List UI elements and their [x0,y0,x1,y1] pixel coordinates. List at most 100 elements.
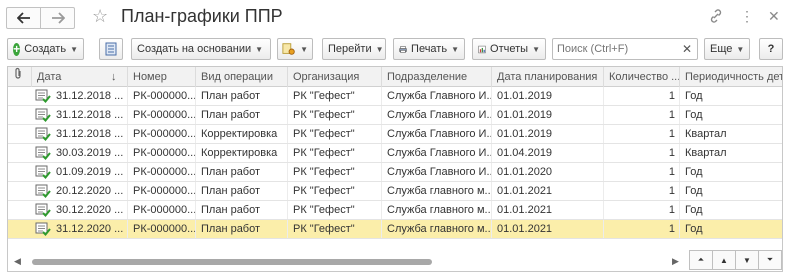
cell-number: РК-000000... [128,220,196,238]
hierarchy-icon [282,43,295,55]
print-button[interactable]: Печать ▼ [393,38,465,60]
more-button[interactable]: Еще ▼ [704,38,750,60]
horizontal-scrollbar[interactable]: ◀ ▶ [8,253,688,271]
column-header-organization[interactable]: Организация [288,67,382,87]
arrow-left-icon [16,12,30,24]
table-row[interactable]: 31.12.2018 ... РК-000000... План работ РК "… [8,87,782,106]
more-vertical-icon[interactable]: ⋮ [740,8,754,24]
table-row[interactable]: 30.12.2020 ... РК-000000... План работ РК "… [8,201,782,220]
cell-date: 30.12.2020 ... [32,201,128,219]
column-header-label: Вид операции [201,71,273,83]
cell-number: РК-000000... [128,182,196,200]
column-header-department[interactable]: Подразделение [382,67,492,87]
cell-department: Служба главного м... [382,220,492,238]
create-button[interactable]: + Создать ▼ [7,38,84,60]
cell-plan-date: 01.01.2021 [492,182,604,200]
chevron-down-icon: ▼ [70,44,78,54]
forward-button[interactable] [40,7,75,29]
cell-quantity: 1 [604,163,680,181]
reports-button[interactable]: Отчеты ▼ [472,38,546,60]
cell-department: Служба Главного И... [382,87,492,105]
paperclip-icon [15,67,21,79]
cell-number: РК-000000... [128,163,196,181]
cell-department: Служба Главного И... [382,144,492,162]
cell-number: РК-000000... [128,87,196,105]
create-label: Создать [24,43,67,55]
table-row[interactable]: 20.12.2020 ... РК-000000... План работ РК "… [8,182,782,201]
table-row[interactable]: 31.12.2020 ... РК-000000... План работ РК "… [8,220,782,239]
title-bar: ☆ План-графики ППР ⋮ ✕ [0,0,790,36]
arrow-right-icon [51,12,65,24]
cell-quantity: 1 [604,87,680,105]
cell-quantity: 1 [604,144,680,162]
link-icon[interactable] [708,8,724,27]
list-settings-button[interactable] [99,38,123,60]
column-header-label: Организация [293,71,360,83]
column-header-plan-date[interactable]: Дата планирования [492,67,604,87]
cell-operation: Корректировка [196,125,288,143]
column-header-periodicity[interactable]: Периодичность дет [680,67,782,87]
go-down-button[interactable]: ▼ [735,250,759,270]
cell-plan-date: 01.01.2019 [492,106,604,124]
reports-label: Отчеты [490,43,529,55]
cell-plan-date: 01.01.2021 [492,201,604,219]
scroll-right-icon[interactable]: ▶ [672,256,679,267]
table-row[interactable]: 01.09.2019 ... РК-000000... План работ РК "… [8,163,782,182]
column-header-label: Количество ... [609,71,680,83]
help-button[interactable]: ? [759,38,783,60]
cell-periodicity: Квартал [685,147,727,159]
cell-organization: РК "Гефест" [288,220,382,238]
cell-quantity: 1 [604,220,680,238]
back-button[interactable] [6,7,41,29]
cell-quantity: 1 [604,182,680,200]
cell-date: 20.12.2020 ... [32,182,128,200]
column-header-label: Дата планирования [497,71,598,83]
cell-quantity: 1 [604,201,680,219]
cell-date: 31.12.2018 ... [32,106,128,124]
cell-department: Служба Главного И... [382,163,492,181]
cell-operation: План работ [196,220,288,238]
attachment-column-header[interactable] [8,67,32,87]
cell-number: РК-000000... [128,201,196,219]
column-header-quantity[interactable]: Количество ... [604,67,680,87]
page-title: План-графики ППР [121,6,283,26]
search-input[interactable] [553,39,677,59]
cell-number: РК-000000... [128,106,196,124]
column-header-date[interactable]: Дата ↓ [32,67,128,87]
goto-button[interactable]: Перейти ▼ [322,38,386,60]
create-based-on-button[interactable]: Создать на основании ▼ [131,38,271,60]
go-last-button[interactable]: ⏷ [758,250,782,270]
documents-table: Дата ↓ Номер Вид операции Организация По… [7,66,783,272]
cell-organization: РК "Гефест" [288,182,382,200]
chevron-down-icon: ▼ [451,44,459,54]
table-row[interactable]: 30.03.2019 ... РК-000000... Корректировка Р… [8,144,782,163]
cell-organization: РК "Гефест" [288,125,382,143]
clear-search-icon[interactable]: ✕ [682,42,692,56]
cell-number: РК-000000... [128,144,196,162]
go-first-button[interactable]: ⏶ [689,250,713,270]
go-up-button[interactable]: ▲ [712,250,736,270]
cell-periodicity: Год [685,204,703,216]
sort-desc-arrow-icon: ↓ [111,71,117,83]
cell-department: Служба Главного И... [382,125,492,143]
cell-quantity: 1 [604,125,680,143]
cell-organization: РК "Гефест" [288,87,382,105]
cell-periodicity: Год [685,185,703,197]
favorite-star-icon[interactable]: ☆ [92,6,108,26]
table-row[interactable]: 31.12.2018 ... РК-000000... Корректировка Р… [8,125,782,144]
column-header-operation[interactable]: Вид операции [196,67,288,87]
scrollbar-thumb[interactable] [32,259,432,265]
chevron-down-icon: ▼ [532,44,540,54]
table-header: Дата ↓ Номер Вид операции Организация По… [8,67,782,87]
scroll-left-icon[interactable]: ◀ [14,256,21,267]
table-row[interactable]: 31.12.2018 ... РК-000000... План работ РК "… [8,106,782,125]
help-label: ? [767,43,775,55]
cell-date: 31.12.2018 ... [32,125,128,143]
cell-organization: РК "Гефест" [288,144,382,162]
column-header-number[interactable]: Номер [128,67,196,87]
cell-date: 31.12.2018 ... [32,87,128,105]
cell-plan-date: 01.01.2021 [492,220,604,238]
structure-button[interactable]: ▼ [277,38,313,60]
cell-periodicity: Квартал [685,128,727,140]
close-icon[interactable]: ✕ [768,8,780,24]
